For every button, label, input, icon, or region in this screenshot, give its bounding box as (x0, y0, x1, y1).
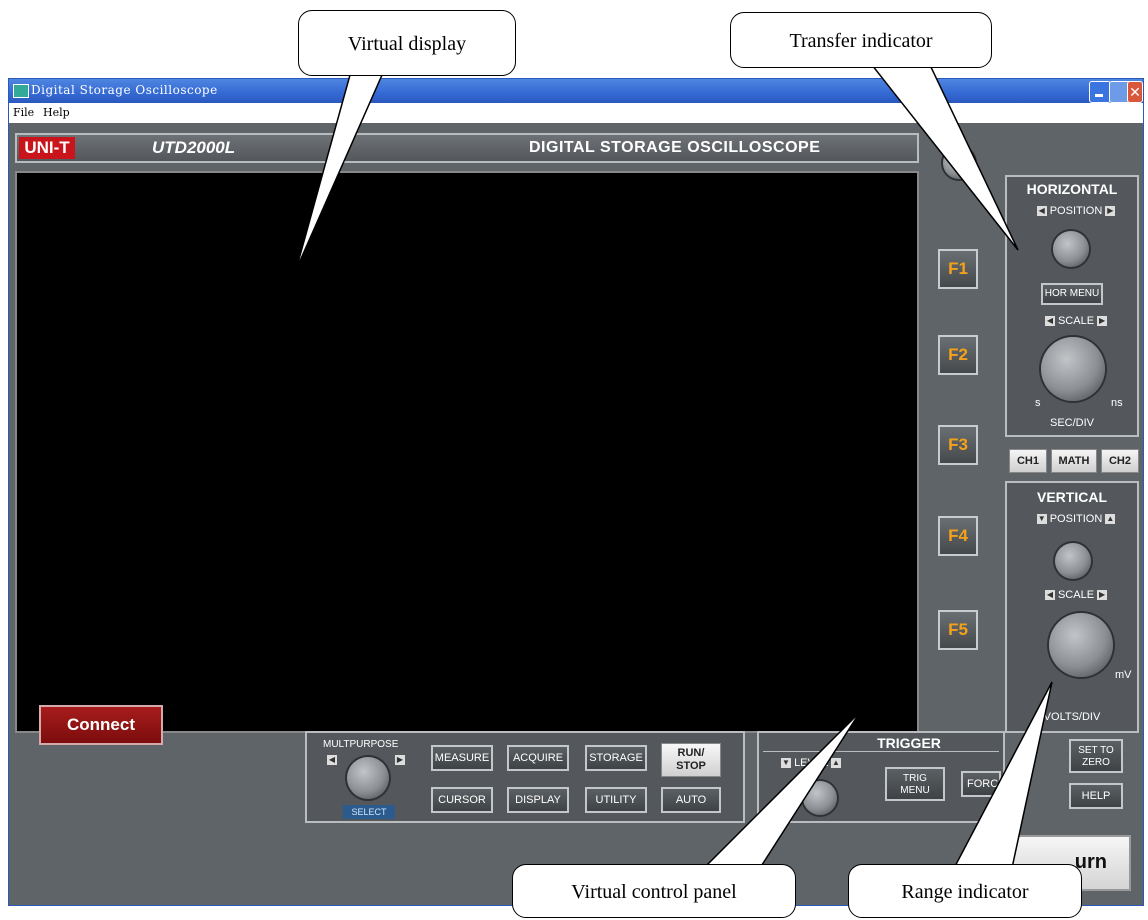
arrow-right-icon[interactable]: ▶ (1097, 316, 1108, 327)
math-button[interactable]: MATH (1051, 449, 1097, 473)
volts-div-label: VOLTS/DIV (1043, 711, 1101, 723)
arrow-left-icon[interactable]: ◀ (1036, 206, 1047, 217)
trigger-level-knob[interactable] (803, 781, 837, 815)
horizontal-position-label: POSITION (1049, 205, 1103, 217)
measure-button[interactable]: MEASURE (431, 745, 493, 771)
virtual-control-panel-callout: Virtual control panel (512, 864, 796, 918)
arrow-right-icon[interactable]: ▶ (395, 755, 405, 765)
control-panel: MULTPURPOSE ◀ ▶ SELECT MEASURE ACQUIRE S… (305, 731, 745, 823)
brand-bar: UNI-T UTD2000L DIGITAL STORAGE OSCILLOSC… (15, 133, 919, 163)
arrow-left-icon[interactable]: ◀ (1044, 316, 1055, 327)
volts-div-knob[interactable] (1049, 613, 1113, 677)
arrow-left-icon[interactable]: ◀ (1044, 590, 1055, 601)
brand-logo: UNI-T (19, 137, 75, 159)
minimize-button[interactable] (1089, 81, 1111, 103)
display-button[interactable]: DISPLAY (507, 787, 569, 813)
product-title: DIGITAL STORAGE OSCILLOSCOPE (529, 139, 821, 156)
arrow-right-icon[interactable]: ▶ (1105, 206, 1116, 217)
scale-min-label: s (1035, 397, 1041, 409)
arrow-up-icon[interactable]: ▲ (830, 758, 841, 769)
title-bar: Digital Storage Oscilloscope ✕ (9, 79, 1143, 103)
f2-button[interactable]: F2 (938, 335, 978, 375)
run-stop-button[interactable]: RUN/ STOP (661, 743, 721, 777)
trigger-level: ▼ LEVEL ▲ (781, 757, 841, 769)
window-title: Digital Storage Oscilloscope (31, 83, 218, 97)
vertical-scale-max-label: mV (1115, 669, 1132, 681)
connect-button[interactable]: Connect (39, 705, 163, 745)
vertical-title: VERTICAL (1037, 489, 1107, 505)
arrow-down-icon[interactable]: ▼ (1036, 514, 1047, 525)
close-button[interactable]: ✕ (1127, 81, 1143, 103)
f1-button[interactable]: F1 (938, 249, 978, 289)
range-indicator-callout: Range indicator (848, 864, 1082, 918)
horizontal-position-knob[interactable] (1053, 231, 1089, 267)
trig-menu-button[interactable]: TRIG MENU (885, 767, 945, 801)
trigger-level-label: LEVEL (794, 757, 828, 769)
menu-bar: File Help (9, 103, 1143, 123)
hor-menu-button[interactable]: HOR MENU (1041, 283, 1103, 305)
acquire-button[interactable]: ACQUIRE (507, 745, 569, 771)
vertical-scale: ◀ SCALE ▶ (1021, 589, 1131, 601)
vertical-position-knob[interactable] (1055, 543, 1091, 579)
oscilloscope-window: Digital Storage Oscilloscope ✕ File Help… (8, 78, 1144, 906)
menu-file[interactable]: File (13, 106, 34, 119)
multipurpose-knob[interactable] (347, 757, 389, 799)
horizontal-panel: HORIZONTAL ◀ POSITION ▶ HOR MENU ◀ SCALE… (1005, 175, 1139, 437)
ch2-button[interactable]: CH2 (1101, 449, 1139, 473)
transfer-indicator-callout: Transfer indicator (730, 12, 992, 68)
virtual-display-callout: Virtual display (298, 10, 516, 76)
horizontal-title: HORIZONTAL (1026, 181, 1118, 197)
sec-div-label: SEC/DIV (1049, 417, 1094, 429)
f3-button[interactable]: F3 (938, 425, 978, 465)
f5-button[interactable]: F5 (938, 610, 978, 650)
help-button[interactable]: HELP (1069, 783, 1123, 809)
horizontal-scale: ◀ SCALE ▶ (1021, 315, 1131, 327)
trigger-divider (763, 751, 999, 752)
utility-button[interactable]: UTILITY (585, 787, 647, 813)
f4-button[interactable]: F4 (938, 516, 978, 556)
vertical-position: ▼ POSITION ▲ (1021, 513, 1131, 525)
force-button[interactable]: FORC (961, 771, 1001, 797)
horizontal-scale-label: SCALE (1057, 315, 1095, 327)
trigger-panel: TRIGGER ▼ LEVEL ▲ TRIG MENU FORC (757, 731, 1005, 823)
vertical-position-label: POSITION (1049, 513, 1103, 525)
model-name: UTD2000L (152, 138, 236, 157)
arrow-down-icon[interactable]: ▼ (781, 758, 791, 769)
auto-button[interactable]: AUTO (661, 787, 721, 813)
select-button[interactable]: SELECT (343, 805, 395, 819)
ch1-button[interactable]: CH1 (1009, 449, 1047, 473)
multipurpose-label: MULTPURPOSE (323, 739, 399, 750)
top-knob[interactable] (943, 147, 975, 179)
scale-max-label: ns (1111, 397, 1123, 409)
arrow-left-icon[interactable]: ◀ (327, 755, 337, 765)
close-icon: ✕ (1129, 84, 1141, 100)
arrow-right-icon[interactable]: ▶ (1097, 590, 1108, 601)
vertical-panel: VERTICAL ▼ POSITION ▲ ◀ SCALE ▶ mV VOLTS… (1005, 481, 1139, 733)
app-icon (13, 84, 29, 98)
storage-button[interactable]: STORAGE (585, 745, 647, 771)
vertical-scale-label: SCALE (1057, 589, 1095, 601)
trigger-title: TRIGGER (877, 735, 941, 751)
cursor-button[interactable]: CURSOR (431, 787, 493, 813)
virtual-display-screen (15, 171, 919, 733)
menu-help[interactable]: Help (43, 106, 70, 119)
arrow-up-icon[interactable]: ▲ (1105, 514, 1116, 525)
sec-div-knob[interactable] (1041, 337, 1105, 401)
horizontal-position: ◀ POSITION ▶ (1021, 205, 1131, 217)
set-to-zero-button[interactable]: SET TO ZERO (1069, 739, 1123, 773)
